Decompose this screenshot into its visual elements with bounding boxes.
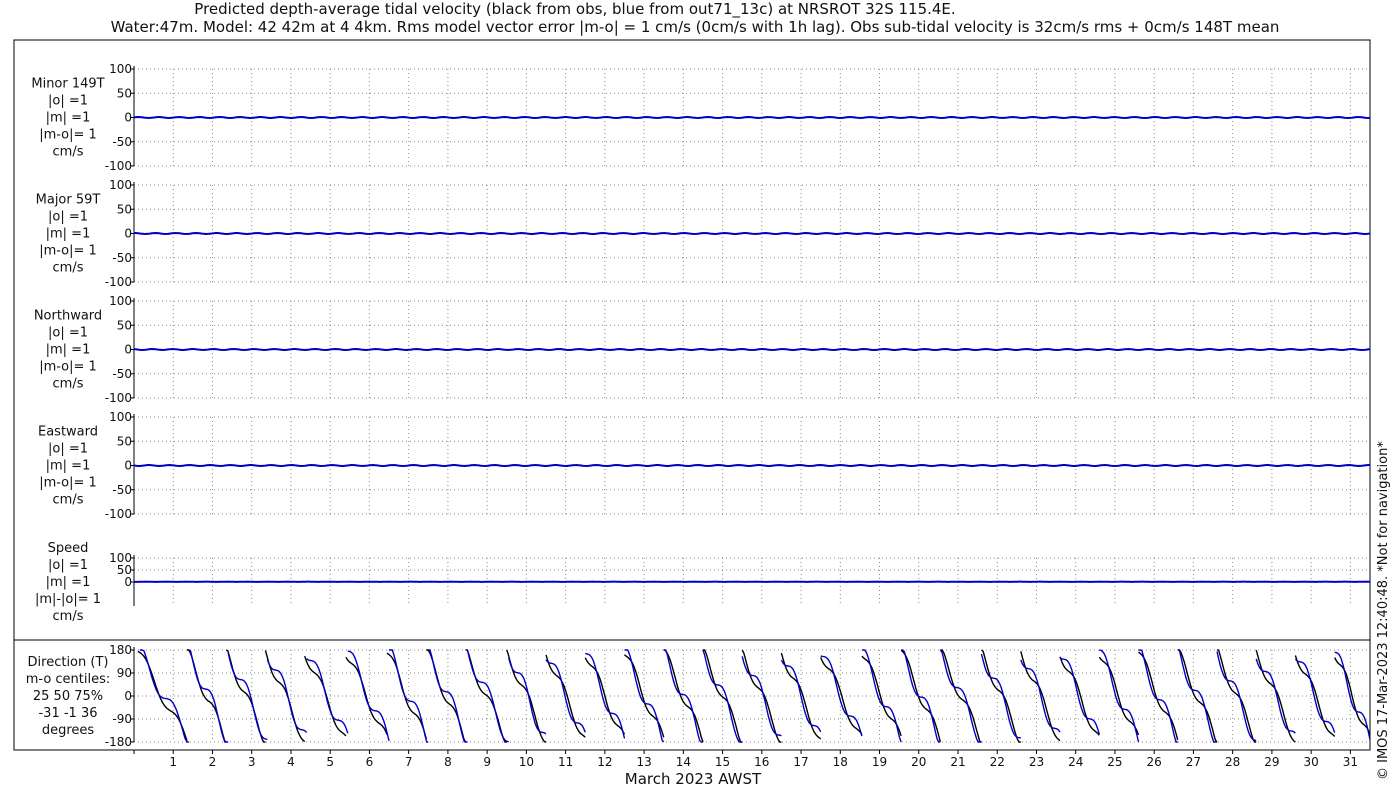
- x-tick-label: 4: [287, 755, 295, 769]
- y-tick-label: 0: [124, 459, 132, 473]
- x-tick-label: 6: [366, 755, 374, 769]
- x-tick-label: 21: [950, 755, 965, 769]
- y-tick-label: -50: [112, 367, 132, 381]
- x-tick-label: 16: [754, 755, 769, 769]
- y-tick-label: -180: [105, 735, 132, 749]
- panel-label-line: cm/s: [53, 609, 84, 624]
- copyright-note: © IMOS 17-Mar-2023 12:40:48. *Not for na…: [1376, 441, 1391, 780]
- panel-label-line: cm/s: [53, 493, 84, 508]
- y-tick-label: 100: [109, 178, 132, 192]
- x-tick-label: 28: [1225, 755, 1240, 769]
- x-axis-label: March 2023 AWST: [625, 770, 762, 788]
- panel-label-line: |m| =1: [46, 111, 91, 126]
- y-tick-label: 50: [117, 434, 132, 448]
- direction-panel-frame: [13, 639, 1371, 751]
- x-tick-label: 17: [793, 755, 808, 769]
- x-tick-label: 20: [911, 755, 926, 769]
- panel-label-line: Speed: [48, 541, 89, 556]
- y-tick-label: -100: [105, 391, 132, 405]
- x-tick-label: 8: [444, 755, 452, 769]
- panel-label-line: Northward: [34, 309, 102, 324]
- x-tick-label: 22: [990, 755, 1005, 769]
- panel-label-line: |o| =1: [48, 210, 88, 225]
- x-tick-label: 10: [519, 755, 534, 769]
- panel-label-line: cm/s: [53, 261, 84, 276]
- panel-label-line: |m-o|= 1: [39, 476, 97, 491]
- panel-label-line: |o| =1: [48, 94, 88, 109]
- velocity-panels-frame: [13, 39, 1371, 641]
- y-tick-label: 50: [117, 318, 132, 332]
- y-tick-label: -100: [105, 275, 132, 289]
- panel-label-line: Direction (T): [28, 655, 109, 670]
- y-tick-label: -50: [112, 251, 132, 265]
- y-tick-label: 50: [117, 202, 132, 216]
- x-tick-label: 26: [1147, 755, 1162, 769]
- panel-label-line: cm/s: [53, 377, 84, 392]
- panel-label-line: -31 -1 36: [38, 706, 97, 721]
- panel-label-line: |m| =1: [46, 575, 91, 590]
- y-tick-label: 0: [124, 689, 132, 703]
- panel-label-line: |m-o|= 1: [39, 244, 97, 259]
- model-series-line: [133, 347, 1371, 352]
- x-tick-label: 13: [636, 755, 651, 769]
- x-tick-label: 14: [676, 755, 691, 769]
- x-tick-label: 23: [1029, 755, 1044, 769]
- panel-label-line: m-o centiles:: [26, 672, 111, 687]
- model-series-line: [134, 231, 1371, 236]
- panel-label-line: |o| =1: [48, 558, 88, 573]
- panel-label-line: |m| =1: [46, 343, 91, 358]
- y-tick-label: -50: [112, 135, 132, 149]
- x-tick-label: 3: [248, 755, 256, 769]
- y-tick-label: 90: [117, 666, 132, 680]
- panel-label-line: Minor 149T: [31, 77, 104, 92]
- x-tick-label: 5: [326, 755, 334, 769]
- x-tick-label: 25: [1107, 755, 1122, 769]
- y-tick-label: -100: [105, 159, 132, 173]
- model-series-line: [133, 115, 1371, 120]
- x-tick-label: 30: [1304, 755, 1319, 769]
- panel-label-line: |m| =1: [46, 227, 91, 242]
- x-tick-label: 1: [169, 755, 177, 769]
- panel-label-line: |m-o|= 1: [39, 128, 97, 143]
- panel-label-line: cm/s: [53, 145, 84, 160]
- x-tick-label: 7: [405, 755, 413, 769]
- chart-canvas: 100500-50-100Minor 149T|o| =1|m| =1|m-o|…: [13, 39, 1371, 788]
- x-tick-label: 15: [715, 755, 730, 769]
- x-tick-label: 29: [1264, 755, 1279, 769]
- panel-label-line: degrees: [42, 723, 95, 738]
- y-tick-label: 180: [109, 643, 132, 657]
- panel-label-line: |m| =1: [46, 459, 91, 474]
- y-tick-label: 0: [124, 343, 132, 357]
- panel-label-line: Major 59T: [36, 193, 101, 208]
- x-tick-label: 2: [209, 755, 217, 769]
- x-tick-label: 27: [1186, 755, 1201, 769]
- panel-label-line: |o| =1: [48, 326, 88, 341]
- panel-label-line: |m-o|= 1: [39, 360, 97, 375]
- y-tick-label: 100: [109, 294, 132, 308]
- x-tick-label: 9: [483, 755, 491, 769]
- y-tick-label: 100: [109, 62, 132, 76]
- x-tick-label: 19: [872, 755, 887, 769]
- panel-label-line: |m|-|o|= 1: [35, 592, 101, 607]
- panel-label-line: Eastward: [38, 425, 98, 440]
- y-tick-label: 0: [124, 575, 132, 589]
- y-tick-label: -50: [112, 483, 132, 497]
- y-tick-label: 0: [124, 227, 132, 241]
- model-series-line: [133, 463, 1370, 468]
- y-tick-label: -100: [105, 507, 132, 521]
- y-tick-label: 0: [124, 111, 132, 125]
- x-tick-label: 12: [597, 755, 612, 769]
- y-tick-label: 100: [109, 410, 132, 424]
- panel-label-line: |o| =1: [48, 442, 88, 457]
- x-tick-label: 24: [1068, 755, 1083, 769]
- y-tick-label: -90: [112, 712, 132, 726]
- x-tick-label: 18: [833, 755, 848, 769]
- x-tick-label: 31: [1343, 755, 1358, 769]
- panel-label-line: 25 50 75%: [33, 689, 103, 704]
- y-tick-label: 50: [117, 86, 132, 100]
- x-tick-label: 11: [558, 755, 573, 769]
